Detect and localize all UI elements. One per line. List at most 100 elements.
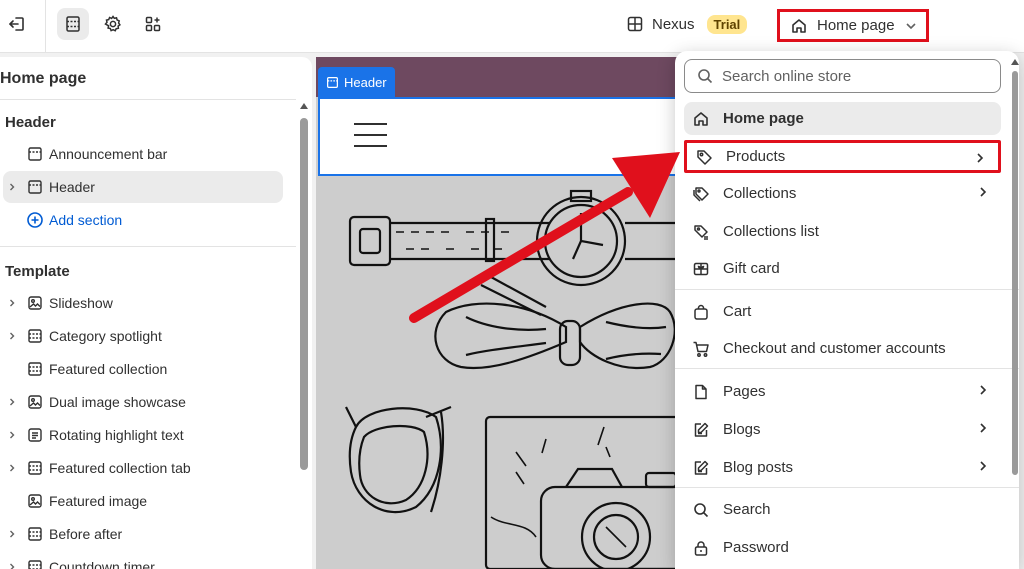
sidebar-item-featured-collection-tab[interactable]: Featured collection tab (3, 452, 283, 484)
sidebar-item-before-after[interactable]: Before after (3, 518, 283, 550)
chevron-down-icon (905, 22, 916, 29)
image-icon (21, 394, 49, 410)
collections-list-icon (692, 223, 710, 241)
menu-item-blogs[interactable]: Blogs (684, 413, 1001, 446)
menu-item-label: Password (723, 539, 789, 556)
search-field[interactable] (684, 59, 1001, 93)
scroll-up-arrow[interactable] (300, 103, 308, 109)
header-section-tag[interactable]: Header (318, 67, 395, 97)
sidebar-item-rotating-highlight-text[interactable]: Rotating highlight text (3, 419, 283, 451)
text-block-icon (21, 427, 49, 443)
gift-card-icon (692, 260, 710, 278)
sidebar-item-label: Featured image (49, 493, 148, 509)
page-selector-label: Home page (817, 17, 895, 34)
chevron-right-icon[interactable] (3, 331, 21, 341)
divider (675, 289, 1019, 290)
sidebar-title: Home page (0, 70, 87, 87)
blog-post-icon (692, 459, 710, 477)
store-label: Nexus Trial (626, 12, 748, 36)
sidebar: Home page Header Announcement bar Header… (0, 57, 312, 569)
menu-item-blog-posts[interactable]: Blog posts (684, 451, 1001, 484)
sidebar-item-label: Announcement bar (49, 146, 168, 162)
add-section-label: Add section (49, 212, 123, 228)
template-group-heading: Template (5, 263, 70, 280)
store-preview: Header (316, 57, 686, 569)
menu-item-collections[interactable]: Collections (684, 177, 1001, 210)
menu-item-label: Cart (723, 303, 752, 320)
sidebar-item-category-spotlight[interactable]: Category spotlight (3, 320, 283, 352)
image-icon (21, 493, 49, 509)
sidebar-scrollbar[interactable] (300, 118, 308, 470)
sidebar-item-label: Dual image showcase (49, 394, 186, 410)
sidebar-item-label: Countdown timer (49, 559, 155, 569)
chevron-right-icon[interactable] (3, 397, 21, 407)
chevron-right-icon[interactable] (3, 182, 21, 192)
chevron-right-icon (980, 385, 987, 395)
header-section-icon (327, 76, 338, 88)
chevron-right-icon (980, 423, 987, 433)
menu-item-label: Search (723, 501, 771, 518)
sidebar-item-announcement-bar[interactable]: Announcement bar (3, 138, 283, 170)
add-section-button[interactable]: Add section (3, 204, 283, 236)
search-icon (698, 69, 713, 84)
divider (675, 487, 1019, 488)
menu-item-products[interactable]: Products (684, 140, 1001, 173)
chevron-right-icon[interactable] (3, 529, 21, 539)
collections-icon (692, 185, 710, 203)
slideshow-icon (21, 295, 49, 311)
menu-item-label: Products (726, 148, 786, 165)
menu-item-pages[interactable]: Pages (684, 375, 1001, 408)
search-input[interactable] (722, 67, 992, 85)
menu-item-password[interactable]: Password (684, 531, 1001, 564)
divider (0, 99, 296, 100)
chevron-right-icon[interactable] (3, 298, 21, 308)
top-bar: Nexus Trial Home page (0, 0, 1024, 53)
sidebar-item-featured-collection[interactable]: Featured collection (3, 353, 283, 385)
sidebar-item-slideshow[interactable]: Slideshow (3, 287, 283, 319)
menu-item-collections-list[interactable]: Collections list (684, 215, 1001, 248)
chevron-right-icon[interactable] (3, 562, 21, 569)
section-icon (21, 361, 49, 377)
sections-icon (66, 16, 80, 32)
sidebar-item-label: Rotating highlight text (49, 427, 184, 443)
toolbar-divider (45, 0, 46, 53)
sidebar-item-featured-image[interactable]: Featured image (3, 485, 283, 517)
chevron-right-icon[interactable] (3, 463, 21, 473)
dropdown-scroll-up-arrow[interactable] (1011, 59, 1019, 65)
sections-button[interactable] (57, 8, 89, 40)
menu-item-label: Blog posts (723, 459, 794, 476)
menu-item-gift-card[interactable]: Gift card (684, 252, 1001, 285)
exit-button[interactable] (1, 8, 33, 40)
sidebar-item-label: Category spotlight (49, 328, 162, 344)
store-name: Nexus (652, 15, 695, 33)
sidebar-item-countdown-timer[interactable]: Countdown timer (3, 551, 283, 569)
menu-item-cart[interactable]: Cart (684, 295, 1001, 328)
plus-circle-icon (21, 211, 49, 229)
sidebar-item-dual-image-showcase[interactable]: Dual image showcase (3, 386, 283, 418)
menu-item-label: Home page (723, 110, 804, 127)
menu-item-label: Collections list (723, 223, 819, 240)
apps-button[interactable] (137, 8, 169, 40)
hamburger-menu-icon[interactable] (354, 122, 388, 148)
product-illustration (316, 177, 686, 569)
chevron-right-icon (980, 187, 987, 197)
menu-item-label: Gift card (723, 260, 780, 277)
header-section-icon (21, 179, 49, 195)
header-preview[interactable] (318, 97, 686, 176)
menu-item-checkout[interactable]: Checkout and customer accounts (684, 332, 1001, 365)
trial-badge: Trial (706, 14, 748, 34)
exit-icon (9, 17, 24, 31)
chevron-right-icon (977, 153, 984, 163)
header-group-heading: Header (5, 114, 56, 131)
dropdown-scrollbar[interactable] (1012, 71, 1018, 475)
theme-settings-button[interactable] (97, 8, 129, 40)
page-icon (692, 383, 710, 401)
sidebar-item-header[interactable]: Header (3, 171, 283, 203)
menu-item-home-page[interactable]: Home page (684, 102, 1001, 135)
divider (0, 246, 296, 247)
page-selector[interactable]: Home page (777, 9, 929, 42)
tag-icon (695, 148, 713, 166)
chevron-right-icon[interactable] (3, 430, 21, 440)
chevron-right-icon (980, 461, 987, 471)
menu-item-search[interactable]: Search (684, 493, 1001, 526)
